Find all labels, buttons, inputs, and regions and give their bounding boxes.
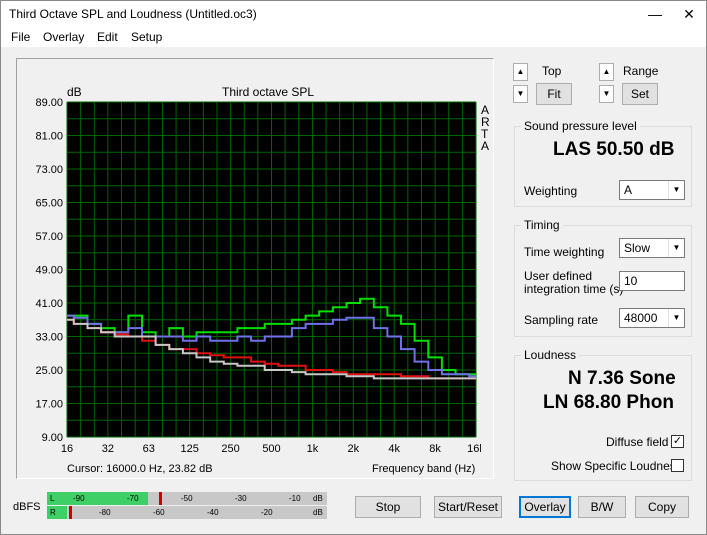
menu-file[interactable]: File (11, 30, 30, 44)
right-meter-peak (69, 506, 73, 519)
integration-label-line1: User defined (524, 269, 593, 283)
x-tick-label: 63 (143, 443, 155, 455)
range-down-button[interactable]: ▼ (599, 85, 614, 103)
bw-button[interactable]: B/W (578, 496, 626, 518)
specific-loudness-label: Show Specific Loudness (551, 459, 682, 473)
meter-tick: -20 (261, 508, 273, 517)
y-tick-label: 73.00 (35, 164, 63, 176)
top-up-button[interactable]: ▲ (513, 63, 528, 81)
menu-bar: File Overlay Edit Setup (1, 27, 706, 47)
diffuse-field-label: Diffuse field (606, 435, 669, 449)
chevron-down-icon: ▼ (668, 239, 684, 257)
right-level-meter: R -80 -60 -40 -20 dB (47, 506, 327, 519)
x-tick-label: 500 (262, 443, 280, 455)
x-tick-label: 250 (221, 443, 239, 455)
sampling-rate-value: 48000 (624, 311, 658, 325)
sampling-rate-select[interactable]: 48000 ▼ (619, 308, 685, 328)
y-tick-label: 89.00 (35, 97, 63, 109)
set-button[interactable]: Set (622, 83, 658, 105)
time-weighting-value: Slow (624, 241, 651, 255)
menu-overlay[interactable]: Overlay (43, 30, 84, 44)
close-button[interactable]: ✕ (673, 1, 705, 27)
meter-tick: -60 (153, 508, 165, 517)
loudness-sone-value: N 7.36 Sone (568, 368, 676, 389)
time-weighting-label: Time weighting (524, 245, 605, 259)
x-tick-label: 8k (429, 443, 441, 455)
weighting-select[interactable]: A ▼ (619, 180, 685, 200)
minimize-button[interactable]: — (639, 1, 671, 27)
specific-loudness-checkbox[interactable] (671, 459, 684, 472)
y-tick-label: 9.00 (42, 432, 63, 444)
left-level-meter: L -90 -70 -50 -30 -10 dB (47, 492, 327, 505)
y-tick-label: 25.00 (35, 365, 63, 377)
menu-edit[interactable]: Edit (97, 30, 118, 44)
y-tick-label: 81.00 (35, 131, 63, 143)
y-tick-label: 57.00 (35, 231, 63, 243)
meter-tick: -30 (235, 494, 247, 503)
meter-unit: dB (313, 494, 323, 503)
diffuse-field-checkbox[interactable]: ✓ (671, 435, 684, 448)
arta-watermark: A R T A (481, 104, 490, 152)
meter-tick: -80 (99, 508, 111, 517)
x-tick-label: 4k (388, 443, 400, 455)
y-tick-label: 33.00 (35, 332, 63, 344)
top-down-button[interactable]: ▼ (513, 85, 528, 103)
meter-unit: dB (313, 508, 323, 517)
fit-button[interactable]: Fit (536, 83, 572, 105)
chevron-down-icon: ▼ (668, 309, 684, 327)
meter-tick: -70 (127, 494, 139, 503)
y-tick-label: 65.00 (35, 198, 63, 210)
chevron-down-icon: ▼ (668, 181, 684, 199)
right-channel-label: R (50, 508, 56, 517)
timing-group-title: Timing (521, 218, 563, 232)
meter-tick: -50 (181, 494, 193, 503)
x-tick-label: 32 (102, 443, 114, 455)
spl-group-title: Sound pressure level (521, 119, 640, 133)
x-tick-label: 16 (61, 443, 73, 455)
x-tick-label: 1k (307, 443, 319, 455)
x-tick-label: 125 (181, 443, 199, 455)
watermark-letter: A (481, 139, 490, 153)
left-channel-label: L (50, 494, 55, 503)
overlay-button[interactable]: Overlay (519, 496, 571, 518)
meter-tick: -90 (73, 494, 85, 503)
loudness-phon-value: LN 68.80 Phon (543, 392, 674, 413)
range-up-button[interactable]: ▲ (599, 63, 614, 81)
x-tick-label: 2k (347, 443, 359, 455)
weighting-label: Weighting (524, 184, 578, 198)
app-window: Third Octave SPL and Loudness (Untitled.… (0, 0, 707, 535)
range-label: Range (623, 64, 659, 78)
cursor-readout: Cursor: 16000.0 Hz, 23.82 dB (67, 463, 213, 475)
title-bar: Third Octave SPL and Loudness (Untitled.… (1, 1, 706, 27)
y-tick-label: 49.00 (35, 265, 63, 277)
menu-setup[interactable]: Setup (131, 30, 162, 44)
window-title: Third Octave SPL and Loudness (Untitled.… (9, 7, 257, 21)
x-tick-label: 16k (467, 443, 481, 455)
y-tick-label: 17.00 (35, 399, 63, 411)
left-meter-peak (159, 492, 162, 505)
start-reset-button[interactable]: Start/Reset (434, 496, 502, 518)
integration-label-line2: integration time (s) (524, 282, 624, 296)
loudness-group-title: Loudness (521, 348, 580, 362)
spl-chart[interactable]: 89.00 81.00 73.00 65.00 57.00 49.00 41.00 33.00… (21, 97, 481, 459)
weighting-value: A (624, 183, 633, 197)
meter-tick: -40 (207, 508, 219, 517)
x-axis-label: Frequency band (Hz) (372, 463, 476, 475)
time-weighting-select[interactable]: Slow ▼ (619, 238, 685, 258)
meter-tick: -10 (289, 494, 301, 503)
dbfs-label: dBFS (13, 501, 41, 513)
spl-value: LAS 50.50 dB (553, 139, 675, 160)
stop-button[interactable]: Stop (355, 496, 421, 518)
sampling-rate-label: Sampling rate (524, 313, 599, 327)
top-label: Top (542, 64, 562, 78)
copy-button[interactable]: Copy (635, 496, 689, 518)
integration-time-input[interactable]: 10 (619, 271, 685, 291)
y-tick-label: 41.00 (35, 298, 63, 310)
